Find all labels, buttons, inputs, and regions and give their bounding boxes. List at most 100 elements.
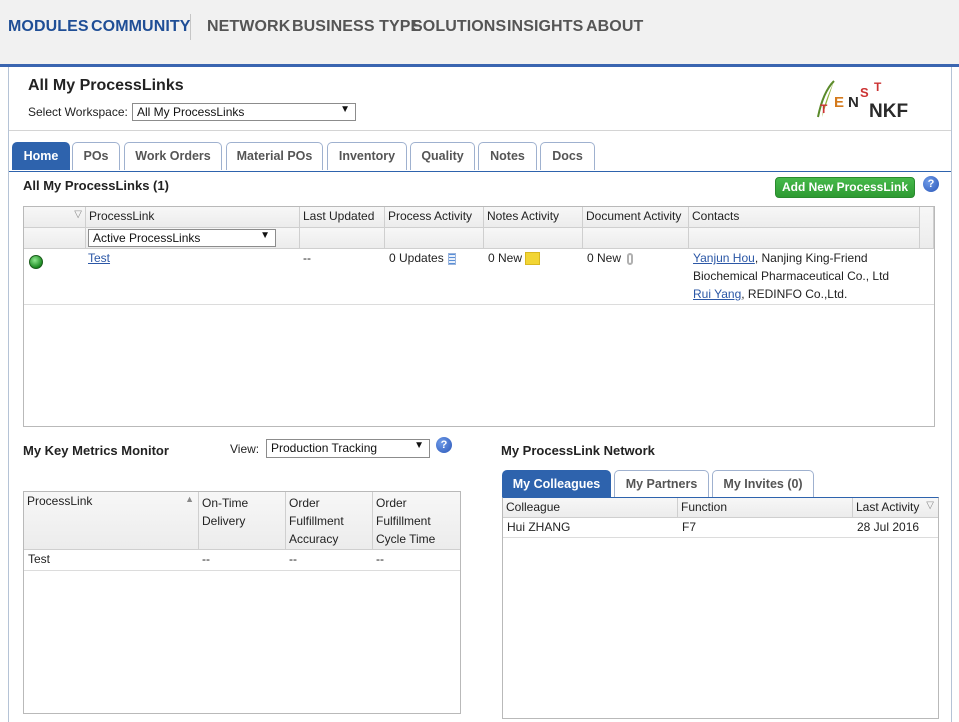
paperclip-icon[interactable]	[627, 252, 634, 265]
col-on-time-delivery[interactable]: On-Time Delivery	[199, 492, 286, 550]
col-label-line: Accuracy	[289, 532, 339, 546]
process-updates-icon[interactable]	[447, 252, 456, 265]
help-icon[interactable]: ?	[436, 437, 452, 453]
tabs-baseline	[9, 171, 951, 172]
metrics-row-accuracy: --	[289, 552, 297, 566]
workspace-select[interactable]: All My ProcessLinks ▼	[132, 103, 356, 121]
col-function[interactable]: Function	[678, 498, 853, 518]
metrics-row-name[interactable]: Test	[28, 550, 50, 568]
col-notes-activity[interactable]: Notes Activity	[484, 207, 583, 228]
col-metrics-processlink[interactable]: ProcessLink ▲	[24, 492, 199, 550]
add-processlink-button[interactable]: Add New ProcessLink	[775, 177, 915, 198]
col-colleague[interactable]: Colleague	[503, 498, 678, 518]
tab-my-colleagues[interactable]: My Colleagues	[502, 470, 611, 497]
filter-cell-empty	[583, 228, 689, 249]
tab-work-orders[interactable]: Work Orders	[124, 142, 222, 170]
help-icon[interactable]: ?	[923, 176, 939, 192]
nav-community[interactable]: COMMUNITY	[91, 18, 191, 36]
nav-insights[interactable]: INSIGHTS	[507, 18, 583, 36]
colleague-name[interactable]: Hui ZHANG	[507, 518, 570, 536]
processlink-filter-value: Active ProcessLinks	[93, 231, 201, 245]
metrics-view-value: Production Tracking	[271, 441, 378, 455]
process-activity-text: 0 Updates	[389, 251, 444, 265]
tab-notes[interactable]: Notes	[478, 142, 537, 170]
tab-my-partners[interactable]: My Partners	[614, 470, 709, 497]
svg-text:S: S	[860, 85, 869, 100]
col-label-line: On-Time	[202, 496, 249, 510]
tab-material-pos[interactable]: Material POs	[226, 142, 323, 170]
network-title: My ProcessLink Network	[501, 443, 655, 458]
svg-text:T: T	[874, 80, 882, 94]
col-label-line: Delivery	[202, 514, 246, 528]
colleague-last-activity: 28 Jul 2016	[857, 520, 920, 534]
metrics-title: My Key Metrics Monitor	[23, 443, 169, 458]
top-navigation: MODULES COMMUNITY NETWORK BUSINESS TYPE …	[0, 0, 959, 64]
tab-home[interactable]: Home	[12, 142, 70, 170]
filter-sort-icon[interactable]: ▽	[24, 207, 86, 228]
col-process-activity[interactable]: Process Activity	[385, 207, 484, 228]
processlink-filter-select[interactable]: Active ProcessLinks ▼	[88, 229, 276, 247]
main-panel: All My ProcessLinks Select Workspace: Al…	[8, 67, 952, 722]
contact-2: Rui Yang, REDINFO Co.,Ltd.	[693, 285, 918, 303]
tab-my-invites[interactable]: My Invites (0)	[712, 470, 814, 497]
filter-cell-empty	[385, 228, 484, 249]
row-notes-activity: 0 New	[488, 249, 541, 267]
chevron-down-icon: ▼	[260, 230, 270, 241]
row-process-activity: 0 Updates	[389, 249, 456, 267]
sticky-note-icon[interactable]	[525, 252, 541, 266]
processlink-link[interactable]: Test	[88, 251, 110, 265]
col-fulfillment-accuracy[interactable]: Order Fulfillment Accuracy	[286, 492, 373, 550]
view-label: View:	[230, 442, 260, 456]
tab-quality[interactable]: Quality	[410, 142, 475, 170]
col-document-activity[interactable]: Document Activity	[583, 207, 689, 228]
tab-docs[interactable]: Docs	[540, 142, 595, 170]
chevron-down-icon: ▼	[414, 440, 424, 451]
row-last-updated: --	[303, 251, 311, 265]
nav-modules[interactable]: MODULES	[8, 18, 89, 36]
workspace-label: Select Workspace:	[28, 105, 128, 119]
nav-divider	[190, 14, 191, 40]
company-logo: T E N S T NKF	[817, 80, 908, 121]
nav-network[interactable]: NETWORK	[207, 18, 290, 36]
col-fulfillment-cycle-time[interactable]: Order Fulfillment Cycle Time	[373, 492, 460, 550]
metrics-view-select[interactable]: Production Tracking ▼	[266, 439, 430, 458]
colleague-function: F7	[682, 520, 697, 534]
module-tabs: Home POs Work Orders Material POs Invent…	[9, 142, 951, 172]
sort-desc-icon[interactable]: ▽	[926, 500, 934, 511]
page-header: All My ProcessLinks Select Workspace: Al…	[9, 67, 951, 131]
nav-business-type[interactable]: BUSINESS TYPE	[292, 18, 421, 36]
svg-text:T: T	[820, 102, 828, 116]
document-activity-text: 0 New	[587, 251, 622, 265]
row-divider	[24, 304, 934, 305]
metrics-row-cycle-time: --	[376, 552, 384, 566]
col-label-line: Fulfillment	[289, 514, 344, 528]
network-tabs: My Colleagues My Partners My Invites (0)	[502, 470, 940, 498]
nav-solutions[interactable]: SOLUTIONS	[412, 18, 506, 36]
contact-2-org: , REDINFO Co.,Ltd.	[741, 287, 848, 301]
row-document-activity: 0 New	[587, 249, 634, 267]
col-label-line: Order	[289, 496, 320, 510]
contact-link-rui-yang[interactable]: Rui Yang	[693, 287, 741, 301]
tab-pos[interactable]: POs	[72, 142, 120, 170]
filter-cell: Active ProcessLinks ▼	[86, 228, 300, 249]
contact-link-yanjun-hou[interactable]: Yanjun Hou	[693, 251, 755, 265]
contact-1-org-cont: Biochemical Pharmaceutical Co., Ltd	[693, 269, 890, 283]
col-label-line: Fulfillment	[376, 514, 431, 528]
chevron-down-icon: ▼	[340, 104, 350, 115]
col-last-activity-label: Last Activity	[856, 500, 920, 514]
workspace-select-value: All My ProcessLinks	[137, 105, 245, 119]
svg-text:N: N	[848, 94, 859, 111]
col-label-line: Order	[376, 496, 407, 510]
processlinks-grid: ▽ ProcessLink Last Updated Process Activ…	[23, 206, 935, 427]
col-processlink[interactable]: ProcessLink	[86, 207, 300, 228]
col-last-activity[interactable]: Last Activity ▽	[853, 498, 938, 518]
col-last-updated[interactable]: Last Updated	[300, 207, 385, 228]
page-title: All My ProcessLinks	[28, 77, 184, 94]
col-metrics-processlink-label: ProcessLink	[27, 494, 93, 508]
contact-1: Yanjun Hou, Nanjing King-Friend	[693, 249, 918, 267]
contact-1-org: , Nanjing King-Friend	[754, 251, 868, 265]
col-contacts[interactable]: Contacts	[689, 207, 920, 228]
sort-asc-icon[interactable]: ▲	[185, 494, 194, 504]
tab-inventory[interactable]: Inventory	[327, 142, 407, 170]
nav-about[interactable]: ABOUT	[586, 18, 643, 36]
